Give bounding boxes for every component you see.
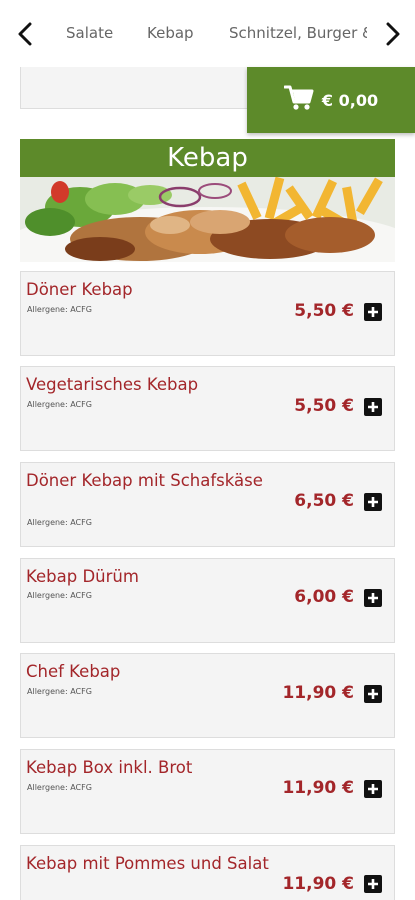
category-nav-bar: Salate Kebap Schnitzel, Burger & Co <box>0 0 415 68</box>
item-name: Chef Kebap <box>26 662 121 681</box>
item-name: Kebap Box inkl. Brot <box>26 758 193 777</box>
menu-item-doener-kebap-schafskaese[interactable]: Döner Kebap mit Schafskäse Allergene: AC… <box>20 462 395 547</box>
chevron-left-icon[interactable] <box>10 18 40 50</box>
menu-item-kebap-pommes-salat[interactable]: Kebap mit Pommes und Salat 11,90 € <box>20 845 395 900</box>
item-name: Döner Kebap mit Schafskäse <box>26 471 263 490</box>
chevron-right-icon[interactable] <box>378 18 408 50</box>
item-price: 11,90 € <box>282 778 354 798</box>
menu-item-vegetarisches-kebap[interactable]: Vegetarisches Kebap Allergene: ACFG 5,50… <box>20 366 395 451</box>
add-to-cart-plus-icon[interactable] <box>364 303 382 321</box>
item-allergens: Allergene: ACFG <box>27 687 92 696</box>
add-to-cart-plus-icon[interactable] <box>364 398 382 416</box>
add-to-cart-plus-icon[interactable] <box>364 780 382 798</box>
item-allergens: Allergene: ACFG <box>27 783 92 792</box>
item-allergens: Allergene: ACFG <box>27 305 92 314</box>
item-price: 5,50 € <box>294 301 354 321</box>
item-name: Vegetarisches Kebap <box>26 375 199 394</box>
category-banner-image <box>20 177 395 262</box>
menu-item-kebap-dueruem[interactable]: Kebap Dürüm Allergene: ACFG 6,00 € <box>20 558 395 643</box>
item-price: 6,50 € <box>294 491 354 511</box>
item-price: 11,90 € <box>282 683 354 703</box>
item-price: 11,90 € <box>282 874 354 894</box>
menu-item-kebap-box[interactable]: Kebap Box inkl. Brot Allergene: ACFG 11,… <box>20 749 395 834</box>
item-name: Kebap mit Pommes und Salat <box>26 854 269 873</box>
menu-item-doener-kebap[interactable]: Döner Kebap Allergene: ACFG 5,50 € <box>20 271 395 356</box>
item-allergens: Allergene: ACFG <box>27 400 92 409</box>
item-name: Döner Kebap <box>26 280 133 299</box>
menu-item-chef-kebap[interactable]: Chef Kebap Allergene: ACFG 11,90 € <box>20 653 395 738</box>
item-allergens: Allergene: ACFG <box>27 591 92 600</box>
tab-kebap[interactable]: Kebap <box>147 22 194 44</box>
item-allergens: Allergene: ACFG <box>27 518 92 527</box>
add-to-cart-plus-icon[interactable] <box>364 685 382 703</box>
category-title: Kebap <box>20 139 395 177</box>
add-to-cart-plus-icon[interactable] <box>364 493 382 511</box>
item-price: 6,00 € <box>294 587 354 607</box>
add-to-cart-plus-icon[interactable] <box>364 589 382 607</box>
cart-total: € 0,00 <box>321 90 379 110</box>
tab-salate[interactable]: Salate <box>66 22 113 44</box>
cart-button[interactable]: € 0,00 <box>247 67 415 133</box>
add-to-cart-plus-icon[interactable] <box>364 875 382 893</box>
item-price: 5,50 € <box>294 396 354 416</box>
tab-schnitzel-burger[interactable]: Schnitzel, Burger & Co <box>229 22 367 44</box>
cart-icon <box>283 85 314 115</box>
item-name: Kebap Dürüm <box>26 567 139 586</box>
